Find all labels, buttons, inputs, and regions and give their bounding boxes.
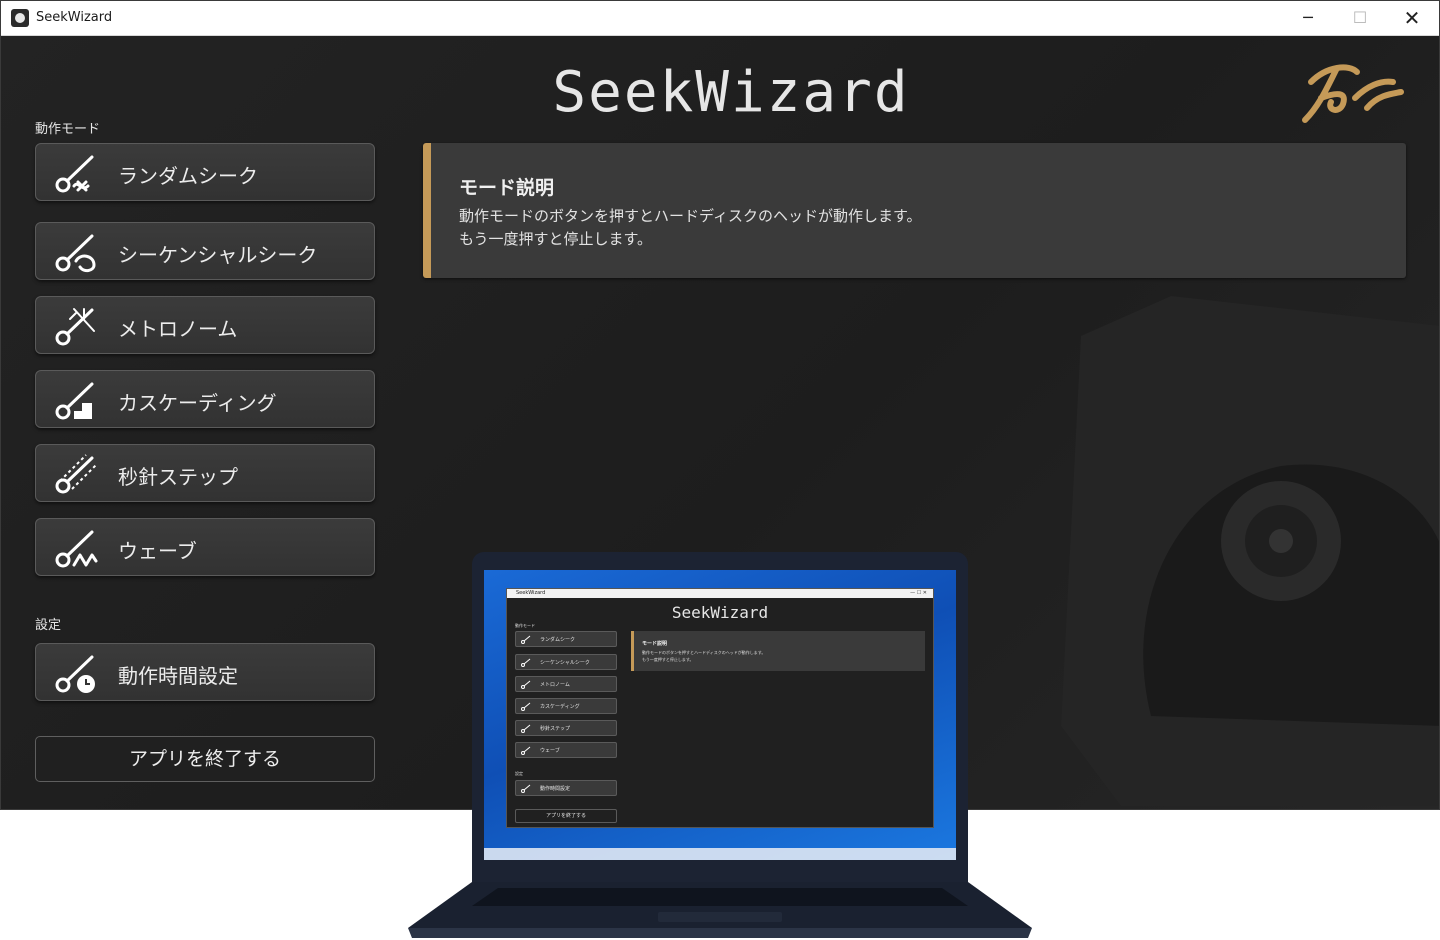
random-seek-button[interactable]: ランダムシーク — [35, 143, 375, 201]
close-button[interactable]: ✕ — [1389, 1, 1435, 35]
mini-wave-label: ウェーブ — [540, 748, 560, 754]
mini-metronome-label: メトロノーム — [540, 682, 570, 688]
app-icon — [11, 9, 29, 27]
window-title: SeekWizard — [36, 10, 113, 25]
mini-cascading-icon — [521, 702, 531, 711]
sequential-seek-label: シーケンシャルシーク — [118, 243, 318, 267]
mini-cascading-button: カスケーディング — [515, 698, 617, 714]
cascading-icon — [55, 382, 94, 420]
goa-logo-icon — [1302, 64, 1404, 123]
mini-wave-icon — [521, 746, 531, 755]
mini-description-line-1: 動作モードのボタンを押すとハードディスクのヘッドが動作します。 — [642, 650, 766, 655]
mini-random-seek-button: ランダムシーク — [515, 631, 617, 647]
laptop-screen: SeekWizard — ☐ ✕ SeekWizard 動作モード ランダムシー… — [484, 570, 956, 860]
metronome-label: メトロノーム — [118, 317, 238, 341]
mode-description-panel: モード説明 動作モードのボタンを押すとハードディスクのヘッドが動作します。 もう… — [423, 143, 1406, 278]
mini-title-bar: SeekWizard — ☐ ✕ — [507, 589, 933, 598]
wave-label: ウェーブ — [118, 539, 197, 563]
mini-metronome-icon — [521, 680, 531, 689]
wave-icon — [55, 530, 98, 568]
second-hand-step-label: 秒針ステップ — [118, 465, 238, 489]
mini-sequential-seek-label: シーケンシャルシーク — [540, 660, 590, 666]
mini-second-hand-step-button: 秒針ステップ — [515, 720, 617, 736]
mini-random-seek-label: ランダムシーク — [540, 637, 576, 643]
second-hand-step-button[interactable]: 秒針ステップ — [35, 444, 375, 502]
wave-button[interactable]: ウェーブ — [35, 518, 375, 576]
hard-disk-illustration — [1061, 296, 1439, 806]
laptop-illustration: SeekWizard — ☐ ✕ SeekWizard 動作モード ランダムシー… — [408, 552, 1032, 940]
mini-sequential-seek-icon — [521, 658, 531, 667]
maximize-button[interactable]: ☐ — [1337, 1, 1383, 35]
mini-second-hand-step-icon — [521, 724, 531, 733]
operation-time-settings-label: 動作時間設定 — [118, 664, 238, 688]
laptop-base — [408, 882, 1032, 938]
timer-icon — [55, 655, 95, 693]
brand-title: SeekWizard — [552, 60, 910, 125]
mini-cascading-label: カスケーディング — [540, 704, 580, 710]
mini-brand-title: SeekWizard — [671, 603, 769, 622]
mini-timer-icon — [521, 784, 531, 793]
laptop-lid: SeekWizard — ☐ ✕ SeekWizard 動作モード ランダムシー… — [472, 552, 968, 884]
operation-time-settings-button[interactable]: 動作時間設定 — [35, 643, 375, 701]
mini-wave-button: ウェーブ — [515, 742, 617, 758]
random-seek-label: ランダムシーク — [118, 164, 258, 188]
mini-exit-app-button: アプリを終了する — [515, 809, 617, 823]
mini-description-line-2: もう一度押すと停止します。 — [642, 657, 694, 662]
metronome-button[interactable]: メトロノーム — [35, 296, 375, 354]
mini-random-seek-icon — [521, 635, 531, 644]
mini-metronome-button: メトロノーム — [515, 676, 617, 692]
second-hand-step-icon — [55, 454, 97, 494]
sequential-seek-button[interactable]: シーケンシャルシーク — [35, 222, 375, 280]
description-line-2: もう一度押すと停止します。 — [459, 230, 653, 248]
mini-operation-time-settings-label: 動作時間設定 — [540, 786, 571, 792]
mini-window-title: SeekWizard — [516, 590, 546, 596]
mini-sequential-seek-button: シーケンシャルシーク — [515, 654, 617, 670]
mini-taskbar — [484, 848, 956, 860]
random-seek-icon — [55, 155, 94, 193]
exit-app-button[interactable]: アプリを終了する — [35, 736, 375, 782]
mode-section-label: 動作モード — [35, 122, 101, 137]
description-line-1: 動作モードのボタンを押すとハードディスクのヘッドが動作します。 — [459, 207, 922, 225]
mini-description-panel: モード説明 動作モードのボタンを押すとハードディスクのヘッドが動作します。 もう… — [631, 631, 925, 671]
metronome-icon — [55, 308, 95, 346]
mini-settings-section-label: 設定 — [515, 771, 523, 776]
mini-description-title: モード説明 — [642, 641, 668, 647]
title-bar[interactable]: SeekWizard ─ ☐ ✕ — [1, 1, 1439, 36]
mini-mode-section-label: 動作モード — [515, 623, 535, 628]
mini-second-hand-step-label: 秒針ステップ — [540, 726, 571, 732]
mini-app-window: SeekWizard — ☐ ✕ SeekWizard 動作モード ランダムシー… — [506, 588, 934, 828]
description-title: モード説明 — [459, 177, 555, 199]
cascading-button[interactable]: カスケーディング — [35, 370, 375, 428]
minimize-button[interactable]: ─ — [1285, 1, 1331, 35]
sequential-seek-icon — [55, 234, 96, 273]
mini-operation-time-settings-button: 動作時間設定 — [515, 780, 617, 796]
cascading-label: カスケーディング — [118, 391, 277, 415]
settings-section-label: 設定 — [35, 618, 62, 633]
mini-window-controls: — ☐ ✕ — [910, 590, 927, 596]
